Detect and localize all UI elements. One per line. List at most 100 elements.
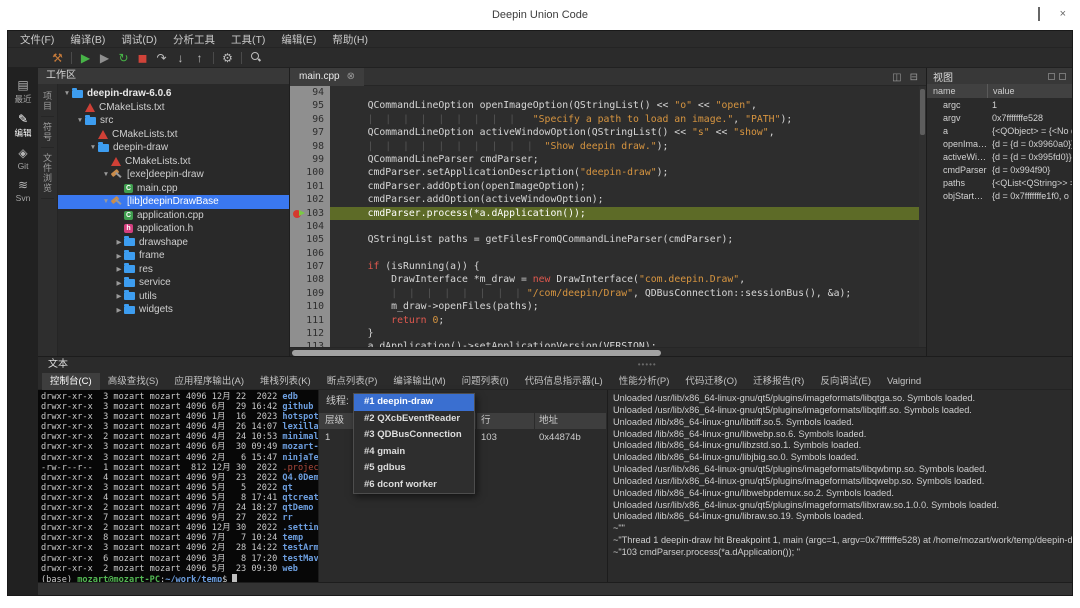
line-number[interactable]: 110 — [290, 300, 330, 313]
line-number[interactable]: 105 — [290, 233, 330, 246]
code-line[interactable]: 95 QCommandLineOption openImageOption(QS… — [290, 99, 926, 112]
thread-dropdown-item[interactable]: #5 gdbus — [354, 460, 474, 477]
line-number[interactable]: 97 — [290, 126, 330, 139]
chevron-right-icon[interactable]: ▶ — [114, 238, 124, 246]
bottom-tab[interactable]: 高级查找(S) — [100, 373, 167, 390]
code-line[interactable]: 94 — [290, 86, 926, 99]
menu-item[interactable]: 分析工具 — [165, 32, 223, 47]
step-over-button[interactable]: ↷ — [152, 49, 171, 67]
variable-row[interactable]: cmdParser{d = 0x994f90} — [927, 163, 1072, 176]
panel-action-icon[interactable] — [1048, 73, 1055, 80]
line-number[interactable]: 99 — [290, 153, 330, 166]
code-line[interactable]: 96 | | | | | | | | | "Specify a path to … — [290, 113, 926, 126]
project-tree[interactable]: ▼deepin-draw-6.0.6CMakeLists.txt▼srcCMak… — [58, 84, 289, 356]
line-number[interactable]: 106 — [290, 247, 330, 260]
tree-item[interactable]: ▶utils — [58, 290, 289, 304]
tree-item[interactable]: ▼[lib]deepinDrawBase — [58, 195, 289, 209]
menu-item[interactable]: 工具(T) — [223, 32, 273, 47]
bottom-tab[interactable]: Valgrind — [879, 373, 929, 390]
panel-action-icon[interactable] — [1059, 73, 1066, 80]
code-line[interactable]: 100 cmdParser.setApplicationDescription(… — [290, 166, 926, 179]
menu-item[interactable]: 编辑(E) — [273, 32, 324, 47]
line-number[interactable]: 111 — [290, 314, 330, 327]
code-line[interactable]: 110 m_draw->openFiles(paths); — [290, 300, 926, 313]
bottom-tab[interactable]: 控制台(C) — [42, 373, 100, 390]
bottom-tab[interactable]: 代码迁移(O) — [677, 373, 745, 390]
editor-vertical-scrollbar[interactable] — [919, 86, 926, 347]
bottom-tab[interactable]: 性能分析(P) — [611, 373, 678, 390]
code-line[interactable]: 113 a.dApplication()->setApplicationVers… — [290, 340, 926, 347]
bottom-tab[interactable]: 迁移报告(R) — [745, 373, 812, 390]
variable-row[interactable]: a{<QObject> = {<No d… — [927, 124, 1072, 137]
variable-row[interactable]: argv0x7fffffffe528 — [927, 111, 1072, 124]
code-line[interactable]: 107 if (isRunning(a)) { — [290, 260, 926, 273]
tree-item[interactable]: CMakeLists.txt — [58, 128, 289, 142]
menu-item[interactable]: 编译(B) — [62, 32, 113, 47]
scrollbar-thumb[interactable] — [920, 89, 925, 135]
code-line[interactable]: 111 return 0; — [290, 314, 926, 327]
variable-row[interactable]: paths{<QList<QString>> = … — [927, 176, 1072, 189]
split-horizontal-icon[interactable]: ⊟ — [910, 72, 918, 83]
code-line[interactable]: 101 cmdParser.addOption(openImageOption)… — [290, 180, 926, 193]
sidebar-item-svn[interactable]: ≋Svn — [8, 176, 38, 208]
code-line[interactable]: 106 — [290, 247, 926, 260]
split-vertical-icon[interactable]: ◫ — [892, 72, 901, 83]
line-number[interactable]: 109 — [290, 287, 330, 300]
step-out-button[interactable]: ↑ — [190, 49, 209, 67]
bottom-tab[interactable]: 编译输出(M) — [385, 373, 453, 390]
line-number[interactable]: 100 — [290, 166, 330, 179]
code-line[interactable]: 108 DrawInterface *m_draw = new DrawInte… — [290, 273, 926, 286]
tree-item[interactable]: Capplication.cpp — [58, 209, 289, 223]
close-icon[interactable]: ⊗ — [347, 71, 355, 82]
sidebar-item-git[interactable]: ◈Git — [8, 144, 38, 176]
line-number[interactable]: 95 — [290, 99, 330, 112]
thread-dropdown-item[interactable]: #6 dconf worker — [354, 477, 474, 494]
code-line[interactable]: 102 cmdParser.addOption(activeWindowOpti… — [290, 193, 926, 206]
stop-button[interactable]: ◼ — [133, 49, 152, 67]
thread-dropdown-item[interactable]: #4 gmain — [354, 444, 474, 461]
line-number[interactable]: 101 — [290, 180, 330, 193]
splitter-handle[interactable]: ••••• — [638, 357, 657, 373]
build-button[interactable]: ⚒ — [48, 49, 67, 67]
chevron-down-icon[interactable]: ▼ — [75, 117, 85, 124]
tree-item[interactable]: ▼deepin-draw — [58, 141, 289, 155]
tree-item[interactable]: ▶widgets — [58, 303, 289, 317]
tree-item[interactable]: ▶drawshape — [58, 236, 289, 250]
tree-item[interactable]: Cmain.cpp — [58, 182, 289, 196]
tree-item[interactable]: ▼src — [58, 114, 289, 128]
variable-row[interactable]: activeWi…{d = {d = 0x995fd0}} — [927, 150, 1072, 163]
line-number[interactable]: 112 — [290, 327, 330, 340]
bottom-tab[interactable]: 应用程序输出(A) — [166, 373, 252, 390]
tree-item[interactable]: ▶res — [58, 263, 289, 277]
bottom-tab[interactable]: 断点列表(P) — [319, 373, 386, 390]
thread-dropdown-item[interactable]: #3 QDBusConnection — [354, 427, 474, 444]
chevron-down-icon[interactable]: ▼ — [62, 90, 72, 97]
workspace-side-tab[interactable]: 项目 — [41, 86, 54, 117]
editor-horizontal-scrollbar[interactable] — [290, 347, 926, 356]
tree-item[interactable]: ▶frame — [58, 249, 289, 263]
debug-output[interactable]: Unloaded /usr/lib/x86_64-linux-gnu/qt5/p… — [608, 390, 1072, 582]
code-line[interactable]: 99 QCommandLineParser cmdParser; — [290, 153, 926, 166]
bottom-tab[interactable]: 堆栈列表(K) — [252, 373, 319, 390]
variable-row[interactable]: openIma…{d = {d = 0x9960a0}} — [927, 137, 1072, 150]
sidebar-item-最近[interactable]: ▤最近 — [8, 76, 38, 110]
tree-item[interactable]: ▼[exe]deepin-draw — [58, 168, 289, 182]
chevron-right-icon[interactable]: ▶ — [114, 265, 124, 273]
run-file-button[interactable]: ▶ — [95, 49, 114, 67]
tree-item[interactable]: ▼deepin-draw-6.0.6 — [58, 87, 289, 101]
line-number[interactable]: 94 — [290, 86, 330, 99]
menu-item[interactable]: 调试(D) — [113, 32, 165, 47]
workspace-side-tab[interactable]: 符号 — [41, 117, 54, 148]
bottom-tab[interactable]: 问题列表(I) — [454, 373, 517, 390]
chevron-down-icon[interactable]: ▼ — [101, 171, 111, 178]
code-line[interactable]: 105 QStringList paths = getFilesFromQCom… — [290, 233, 926, 246]
tree-item[interactable]: CMakeLists.txt — [58, 155, 289, 169]
editor-tab-main-cpp[interactable]: main.cpp ⊗ — [290, 68, 364, 86]
line-number[interactable]: 103 — [290, 207, 330, 220]
tree-item[interactable]: CMakeLists.txt — [58, 101, 289, 115]
settings-button[interactable]: ⚙ — [218, 49, 237, 67]
workspace-side-tab[interactable]: 文件浏览 — [41, 148, 54, 199]
code-area[interactable]: 9495 QCommandLineOption openImageOption(… — [290, 86, 926, 347]
thread-dropdown-item[interactable]: #2 QXcbEventReader — [354, 411, 474, 428]
scrollbar-thumb[interactable] — [292, 350, 661, 356]
